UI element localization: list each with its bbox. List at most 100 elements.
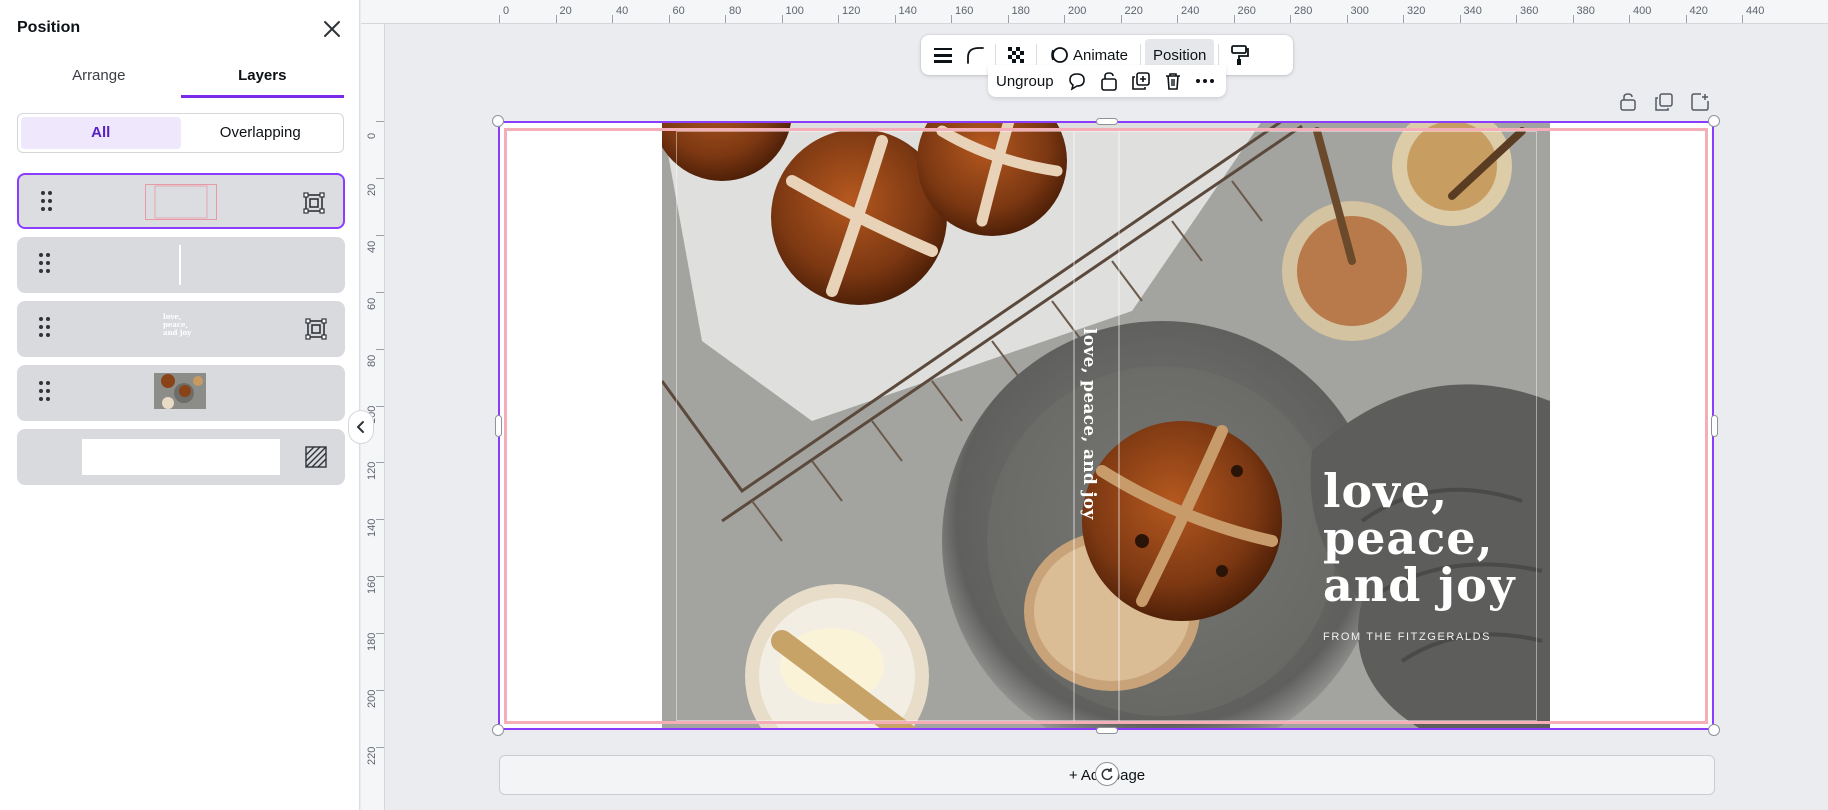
vertical-greeting-text[interactable]: love, peace, and joy — [1079, 328, 1099, 520]
toolbar-separator — [995, 44, 996, 66]
ruler-tick-label: 400 — [1633, 5, 1652, 17]
resize-handle-bottom-right[interactable] — [1708, 724, 1720, 736]
drag-handle-icon[interactable] — [39, 253, 51, 275]
ruler-tick — [1233, 15, 1235, 23]
ruler-tick-label: 200 — [366, 689, 378, 708]
ruler-tick — [1685, 15, 1687, 23]
page-tools — [1617, 91, 1711, 113]
ruler-tick — [376, 291, 384, 293]
ruler-tick — [376, 348, 384, 350]
ruler-tick — [376, 633, 384, 635]
design-page[interactable] — [498, 121, 1714, 730]
layer-thumbnail — [145, 184, 217, 220]
ruler-tick — [376, 576, 384, 578]
ruler-tick — [499, 15, 500, 23]
tab-arrange[interactable]: Arrange — [17, 58, 181, 98]
ruler-tick — [612, 15, 613, 23]
ruler-tick — [376, 690, 384, 691]
ruler-tick-label: 80 — [729, 5, 742, 17]
border-style-icon[interactable] — [927, 39, 959, 71]
layer-thumbnail-background — [82, 439, 280, 475]
resize-handle-left[interactable] — [495, 415, 502, 437]
ruler-tick-label: 40 — [616, 5, 629, 17]
group-icon — [305, 318, 327, 340]
animate-label: Animate — [1073, 46, 1129, 64]
resize-handle-top-left[interactable] — [492, 115, 504, 127]
lock-page-icon[interactable] — [1617, 91, 1639, 113]
ruler-tick-label: 120 — [842, 5, 861, 17]
layer-item-photo[interactable] — [17, 365, 345, 421]
ruler-tick-label: 280 — [1294, 5, 1313, 17]
duplicate-page-icon[interactable] — [1653, 91, 1675, 113]
layer-thumbnail-photo — [154, 373, 206, 409]
headline-line: love, — [1323, 464, 1449, 518]
layer-item-group-frame[interactable] — [17, 173, 345, 229]
layer-item-background[interactable] — [17, 429, 345, 485]
ruler-tick-label: 0 — [503, 5, 510, 17]
lock-icon[interactable] — [1096, 68, 1122, 94]
ruler-tick-label: 220 — [1124, 5, 1143, 17]
tab-layers[interactable]: Layers — [180, 58, 344, 98]
layer-item-text-group[interactable]: love, peace, and joy — [17, 301, 345, 357]
comment-icon[interactable] — [1064, 68, 1090, 94]
ruler-tick — [1572, 15, 1574, 23]
resize-handle-top-right[interactable] — [1708, 115, 1720, 127]
ruler-tick — [725, 15, 726, 23]
more-options-icon[interactable] — [1192, 68, 1218, 94]
delete-icon[interactable] — [1160, 68, 1186, 94]
ruler-tick-label: 260 — [1237, 5, 1256, 17]
ruler-tick-label: 140 — [366, 518, 378, 538]
ruler-tick-label: 0 — [366, 132, 378, 139]
layer-item-vertical-line[interactable] — [17, 237, 345, 293]
ungroup-button[interactable]: Ungroup — [996, 73, 1054, 90]
position-panel: Position Arrange Layers All Overlapping … — [0, 0, 360, 810]
ruler-tick-label: 180 — [366, 632, 378, 652]
ruler-tick-label: 300 — [1350, 5, 1369, 17]
toolbar-separator — [1218, 44, 1220, 66]
collapse-panel-button[interactable] — [348, 410, 374, 444]
copy-style-icon[interactable] — [1223, 39, 1255, 71]
drag-handle-icon[interactable] — [41, 191, 53, 213]
close-icon[interactable] — [320, 17, 344, 41]
resize-handle-top[interactable] — [1096, 118, 1118, 125]
ruler-tick — [1516, 15, 1517, 23]
ruler-tick-label: 320 — [1407, 5, 1426, 17]
panel-title: Position — [17, 19, 81, 36]
ruler-tick — [1064, 15, 1065, 23]
layer-thumbnail — [179, 245, 181, 285]
ruler-tick-label: 380 — [1576, 5, 1595, 17]
ruler-tick — [1007, 15, 1009, 23]
ruler-tick-label: 160 — [955, 5, 974, 17]
animate-icon — [1051, 47, 1068, 63]
drag-handle-icon[interactable] — [39, 317, 51, 339]
byline-text[interactable]: FROM THE FITZGERALDS — [1323, 631, 1491, 643]
ruler-tick-label: 420 — [1689, 5, 1708, 17]
headline-text[interactable]: love, peace, and joy — [1323, 468, 1515, 609]
ruler-tick — [1120, 15, 1122, 23]
ruler-tick-label: 240 — [1181, 5, 1200, 17]
ruler-tick-label: 20 — [559, 5, 572, 17]
ruler-tick — [951, 15, 952, 23]
ruler-tick-label: 180 — [1011, 5, 1030, 17]
ruler-tick — [1290, 15, 1291, 23]
corner-rounding-icon[interactable] — [959, 39, 991, 71]
ruler-tick-label: 120 — [366, 462, 378, 481]
ruler-tick — [1403, 15, 1404, 23]
ruler-tick-label: 40 — [366, 240, 378, 253]
resize-handle-bottom[interactable] — [1096, 727, 1118, 734]
resize-handle-bottom-left[interactable] — [492, 724, 504, 736]
panel-tabs: Arrange Layers — [17, 58, 344, 98]
ruler-tick — [1742, 15, 1743, 23]
ruler-tick — [1629, 15, 1630, 23]
rotate-icon[interactable] — [1095, 762, 1119, 786]
filter-overlapping-button[interactable]: Overlapping — [181, 117, 341, 149]
ruler-tick-label: 140 — [898, 5, 917, 17]
drag-handle-icon[interactable] — [39, 381, 51, 403]
add-page-icon[interactable] — [1689, 91, 1711, 113]
ruler-tick-label: 80 — [366, 354, 378, 367]
ruler-tick — [781, 15, 783, 23]
duplicate-icon[interactable] — [1128, 68, 1154, 94]
resize-handle-right[interactable] — [1711, 415, 1718, 437]
filter-all-button[interactable]: All — [21, 117, 181, 149]
ruler-tick — [1177, 15, 1178, 23]
